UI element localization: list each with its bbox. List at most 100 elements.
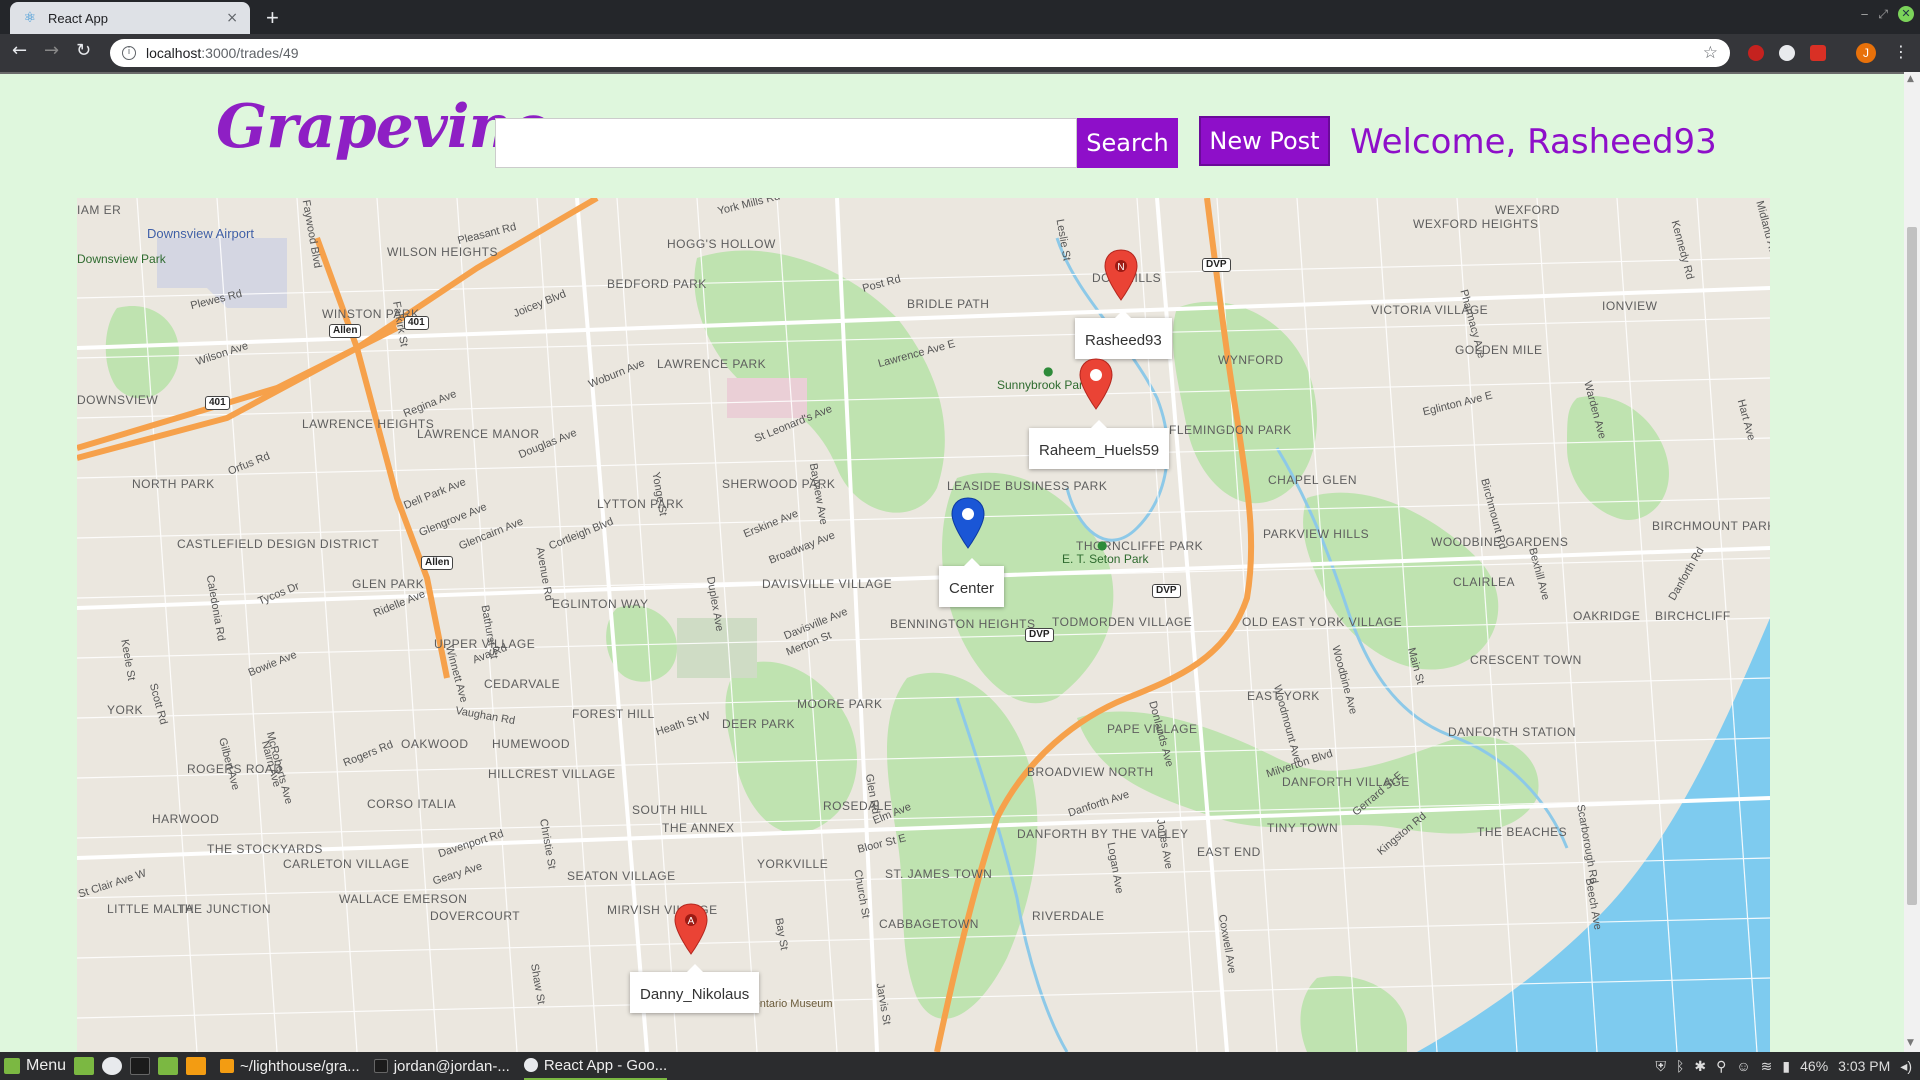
start-menu-button[interactable]: Menu bbox=[4, 1057, 66, 1075]
area-label: CLAIRLEA bbox=[1453, 575, 1516, 589]
settings-icon[interactable]: ✱ bbox=[1694, 1058, 1706, 1075]
reload-icon[interactable]: ↻ bbox=[76, 40, 91, 61]
highway-shield: 401 bbox=[205, 396, 230, 410]
task-sublime[interactable]: ~/lighthouse/gra... bbox=[220, 1058, 360, 1075]
forward-arrow-icon[interactable]: → bbox=[44, 40, 59, 61]
park-label: Downsview Park bbox=[77, 252, 166, 266]
area-label: CARLETON VILLAGE bbox=[283, 857, 410, 871]
area-label: YORK bbox=[107, 703, 144, 717]
area-label: TINY TOWN bbox=[1267, 821, 1339, 835]
marker-label-danny-nikolaus[interactable]: Danny_Nikolaus bbox=[630, 964, 760, 1013]
area-label: DAVISVILLE VILLAGE bbox=[762, 577, 893, 591]
area-label: SOUTH HILL bbox=[632, 803, 708, 817]
bookmark-star-icon[interactable]: ☆ bbox=[1703, 43, 1718, 63]
location-icon[interactable]: ⚲ bbox=[1716, 1058, 1726, 1075]
poi-label: Downsview Airport bbox=[147, 226, 254, 241]
blue-map-marker-icon[interactable] bbox=[948, 496, 988, 550]
area-label: LEASIDE BUSINESS PARK bbox=[947, 479, 1108, 493]
task-chrome[interactable]: React App - Goo... bbox=[523, 1052, 668, 1080]
area-label: NORTH PARK bbox=[132, 477, 215, 491]
area-label: THE JUNCTION bbox=[177, 902, 271, 916]
area-label: FOREST HILL bbox=[572, 707, 655, 721]
profile-avatar[interactable]: J bbox=[1856, 43, 1876, 63]
tab-close-icon[interactable]: × bbox=[226, 10, 238, 26]
area-label: OLD EAST YORK VILLAGE bbox=[1242, 615, 1403, 629]
red-map-marker-icon[interactable]: N bbox=[1101, 248, 1141, 302]
browser-menu-icon[interactable]: ⋮ bbox=[1893, 42, 1909, 61]
google-map[interactable]: WILSON HEIGHTS HOGG'S HOLLOW BEDFORD PAR… bbox=[77, 198, 1770, 1052]
area-label: WEXFORD bbox=[1495, 203, 1560, 217]
url-text[interactable]: localhost:3000/trades/49 bbox=[146, 45, 1703, 61]
area-label: WYNFORD bbox=[1218, 353, 1284, 367]
menu-label: Menu bbox=[26, 1057, 67, 1074]
new-post-button[interactable]: New Post bbox=[1199, 116, 1330, 166]
user-icon[interactable]: ☺ bbox=[1736, 1058, 1750, 1074]
maximize-icon[interactable]: ⤢ bbox=[1878, 7, 1888, 22]
area-label: THE STOCKYARDS bbox=[207, 842, 323, 856]
area-label: IONVIEW bbox=[1602, 299, 1658, 313]
shield-icon[interactable]: ⛨ bbox=[1655, 1058, 1666, 1075]
wifi-icon[interactable]: ≋ bbox=[1761, 1058, 1773, 1075]
highway-shield: Allen bbox=[329, 324, 362, 338]
search-button[interactable]: Search bbox=[1077, 118, 1178, 168]
highway-shield: DVP bbox=[1202, 258, 1231, 272]
area-label: CRESCENT TOWN bbox=[1470, 653, 1582, 667]
task-terminal[interactable]: jordan@jordan-... bbox=[373, 1058, 510, 1075]
area-label: LAWRENCE HEIGHTS bbox=[302, 417, 435, 431]
extension-icon[interactable] bbox=[1779, 45, 1795, 61]
scroll-up-arrow-icon[interactable]: ▲ bbox=[1907, 74, 1914, 84]
top-divider bbox=[0, 72, 1920, 74]
show-desktop-icon[interactable] bbox=[74, 1057, 95, 1075]
park-label: E. T. Seton Park bbox=[1062, 552, 1149, 566]
scrollbar-thumb[interactable] bbox=[1907, 227, 1917, 905]
tab-react-app[interactable]: ⚛ React App × bbox=[10, 2, 250, 34]
red-map-marker-icon[interactable]: A bbox=[671, 902, 711, 956]
terminal-icon bbox=[373, 1059, 388, 1073]
back-arrow-icon[interactable]: ← bbox=[12, 40, 27, 61]
area-label: BIRCHMOUNT PARK bbox=[1652, 519, 1770, 533]
park-tree-icon: ● bbox=[1097, 538, 1108, 552]
page-scrollbar[interactable]: ▲ ▼ bbox=[1904, 72, 1920, 1052]
area-label: ST. JAMES TOWN bbox=[885, 867, 993, 881]
marker-label-rasheed93[interactable]: Rasheed93 bbox=[1075, 310, 1172, 359]
extension-icon-2[interactable] bbox=[1810, 45, 1826, 61]
marker-label-center[interactable]: Center bbox=[939, 558, 1005, 607]
welcome-message: Welcome, Rasheed93 bbox=[1350, 122, 1717, 162]
area-label: YORKVILLE bbox=[757, 857, 829, 871]
address-bar[interactable]: i localhost:3000/trades/49 ☆ bbox=[110, 39, 1730, 67]
new-tab-button[interactable]: + bbox=[266, 5, 279, 31]
area-label: EGLINTON WAY bbox=[552, 597, 649, 611]
chrome-icon bbox=[523, 1058, 538, 1072]
search-input[interactable] bbox=[495, 118, 1077, 168]
svg-text:A: A bbox=[688, 916, 695, 927]
volume-icon[interactable]: ◂) bbox=[1900, 1058, 1912, 1075]
close-window-icon[interactable]: ✕ bbox=[1898, 6, 1914, 22]
clock[interactable]: 3:03 PM bbox=[1838, 1058, 1890, 1074]
bluetooth-icon[interactable]: ᛒ bbox=[1676, 1058, 1684, 1074]
chrome-launcher-icon[interactable] bbox=[102, 1057, 123, 1075]
system-tray: ⛨ ᛒ ✱ ⚲ ☺ ≋ ▮ 46% 3:03 PM ◂) bbox=[1655, 1052, 1912, 1080]
area-label: BIRCHCLIFF bbox=[1655, 609, 1731, 623]
minimize-icon[interactable]: ‒ bbox=[1861, 7, 1869, 21]
scroll-down-arrow-icon[interactable]: ▼ bbox=[1907, 1038, 1914, 1048]
battery-icon[interactable]: ▮ bbox=[1782, 1058, 1790, 1075]
area-label: LYTTON PARK bbox=[597, 497, 684, 511]
files-launcher-icon[interactable] bbox=[158, 1057, 179, 1075]
area-label: LAWRENCE MANOR bbox=[417, 427, 540, 441]
area-label: THE BEACHES bbox=[1477, 825, 1568, 839]
sublime-icon bbox=[220, 1059, 235, 1073]
area-label: WILSON HEIGHTS bbox=[387, 245, 499, 259]
marker-label-raheem-huels59[interactable]: Raheem_Huels59 bbox=[1029, 420, 1170, 469]
sublime-launcher-icon[interactable] bbox=[186, 1057, 207, 1075]
area-label: CEDARVALE bbox=[484, 677, 561, 691]
highway-shield: DVP bbox=[1025, 628, 1054, 642]
highway-shield: 401 bbox=[404, 316, 429, 330]
area-label: WALLACE EMERSON bbox=[339, 892, 468, 906]
red-map-marker-icon[interactable] bbox=[1076, 357, 1116, 411]
site-info-icon[interactable]: i bbox=[122, 46, 136, 60]
react-favicon-icon: ⚛ bbox=[23, 10, 37, 26]
area-label: DANFORTH STATION bbox=[1448, 725, 1576, 739]
terminal-launcher-icon[interactable] bbox=[130, 1057, 151, 1075]
ublock-extension-icon[interactable] bbox=[1748, 45, 1764, 61]
area-label: DOWNSVIEW bbox=[77, 393, 159, 407]
